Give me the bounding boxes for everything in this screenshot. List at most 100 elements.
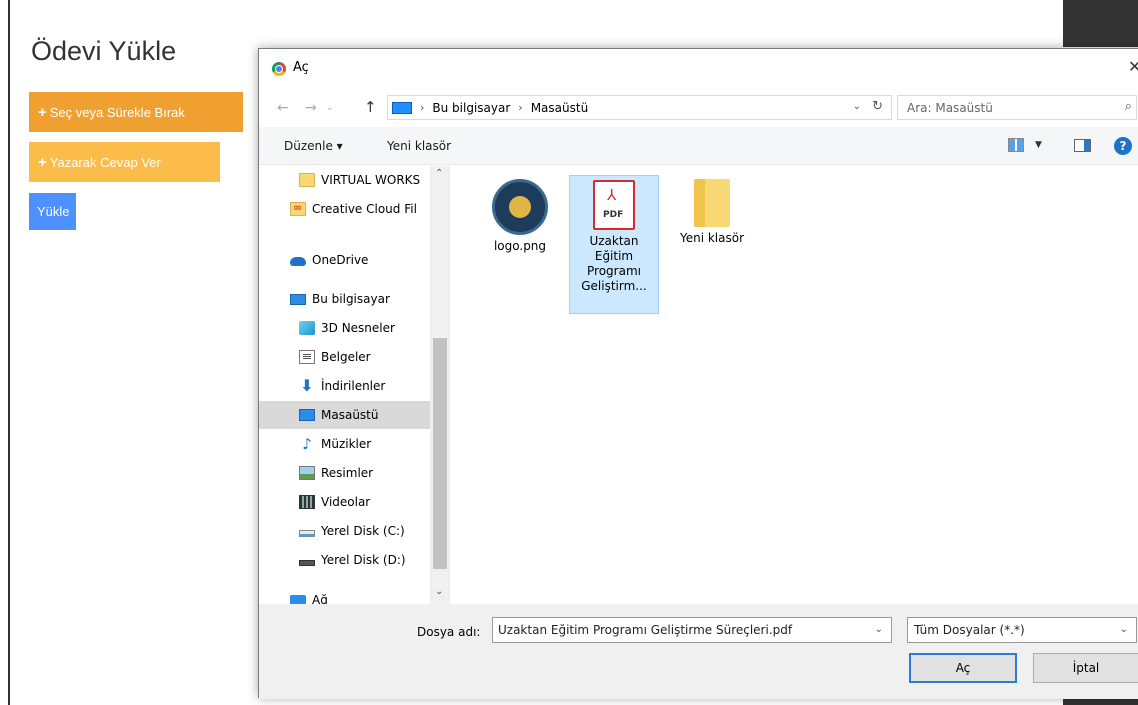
sidebar-item-creative-cloud[interactable]: Creative Cloud Fil bbox=[259, 195, 430, 223]
open-file-dialog: Aç ✕ ← → ⌄ ↑ › Bu bilgisayar › Masaüstü … bbox=[258, 48, 1138, 699]
sidebar-item-virtual-works[interactable]: VIRTUAL WORKS bbox=[259, 166, 430, 194]
sidebar-item-label: Ağ bbox=[312, 593, 328, 604]
chrome-icon bbox=[272, 62, 286, 76]
organize-menu[interactable]: Düzenle ▾ bbox=[284, 139, 343, 153]
filetype-select[interactable]: Tüm Dosyalar (*.*) ⌄ bbox=[907, 617, 1137, 643]
search-icon[interactable]: ⌕ bbox=[1125, 99, 1132, 114]
sidebar-item-label: VIRTUAL WORKS bbox=[321, 173, 421, 187]
onedrive-icon bbox=[290, 257, 306, 266]
background-dark-panel bbox=[1063, 0, 1138, 47]
dialog-title: Aç bbox=[293, 60, 309, 75]
dialog-footer: Dosya adı: Uzaktan Eğitim Programı Geliş… bbox=[259, 604, 1138, 699]
view-dropdown-icon[interactable]: ▼ bbox=[1035, 140, 1042, 150]
type-answer-label: Yazarak Cevap Ver bbox=[49, 154, 161, 170]
address-dropdown-icon[interactable]: ⌄ bbox=[853, 101, 861, 112]
local-disk-d-icon bbox=[299, 560, 315, 566]
sidebar-item-this-pc[interactable]: Bu bilgisayar bbox=[259, 285, 430, 313]
sidebar-item-label: İndirilenler bbox=[321, 379, 386, 393]
page-left-border bbox=[8, 0, 10, 705]
creative-cloud-icon bbox=[290, 201, 306, 216]
breadcrumb-separator: › bbox=[420, 101, 425, 114]
folder-icon bbox=[694, 179, 730, 227]
refresh-icon[interactable]: ↻ bbox=[872, 99, 883, 114]
plus-icon: + bbox=[38, 103, 47, 121]
sidebar-item-label: Videolar bbox=[321, 495, 371, 509]
change-view-icon[interactable] bbox=[1008, 138, 1024, 152]
documents-icon bbox=[299, 350, 315, 364]
sidebar-item-label: Yerel Disk (C:) bbox=[321, 524, 405, 538]
search-input[interactable] bbox=[907, 100, 1107, 115]
sidebar-item-downloads[interactable]: ⬇ İndirilenler bbox=[259, 372, 430, 400]
pictures-icon bbox=[299, 466, 315, 480]
file-name: logo.png bbox=[493, 239, 547, 253]
sidebar-item-label: Creative Cloud Fil bbox=[312, 202, 417, 216]
help-icon[interactable]: ? bbox=[1114, 137, 1132, 155]
folder-icon bbox=[299, 173, 315, 187]
sidebar-item-videos[interactable]: Videolar bbox=[259, 488, 430, 516]
pdf-file-icon: ⅄ PDF bbox=[593, 180, 635, 230]
sidebar-item-desktop[interactable]: Masaüstü bbox=[259, 401, 430, 429]
sidebar-item-music[interactable]: ♪ Müzikler bbox=[259, 430, 430, 458]
file-list: logo.png ⅄ PDF Uzaktan Eğitim Programı G… bbox=[455, 166, 1138, 604]
filename-field[interactable]: Uzaktan Eğitim Programı Geliştirme Süreç… bbox=[492, 617, 892, 643]
new-folder-button[interactable]: Yeni klasör bbox=[387, 139, 451, 153]
select-or-drag-button[interactable]: + Seç veya Sürekle Bırak bbox=[29, 92, 243, 132]
sidebar-item-pictures[interactable]: Resimler bbox=[259, 459, 430, 487]
filename-label: Dosya adı: bbox=[417, 625, 481, 639]
page-title: Ödevi Yükle bbox=[31, 36, 177, 66]
breadcrumb-this-pc[interactable]: Bu bilgisayar bbox=[432, 101, 510, 115]
breadcrumb-desktop[interactable]: Masaüstü bbox=[531, 101, 588, 115]
file-name: Yeni klasör bbox=[679, 231, 745, 245]
back-arrow-icon[interactable]: ← bbox=[277, 100, 289, 116]
search-box[interactable]: ⌕ bbox=[897, 95, 1137, 120]
image-logo-icon bbox=[492, 179, 548, 235]
scroll-up-icon[interactable]: ⌃ bbox=[435, 168, 443, 179]
sidebar-item-label: 3D Nesneler bbox=[321, 321, 395, 335]
navigation-pane: VIRTUAL WORKS Creative Cloud Fil OneDriv… bbox=[259, 166, 450, 604]
3d-objects-icon bbox=[299, 321, 315, 335]
acrobat-icon: ⅄ bbox=[607, 186, 617, 204]
sidebar-item-local-disk-c[interactable]: Yerel Disk (C:) bbox=[259, 517, 430, 545]
scrollbar-thumb[interactable] bbox=[433, 338, 447, 569]
close-icon[interactable]: ✕ bbox=[1128, 57, 1138, 76]
downloads-icon: ⬇ bbox=[300, 376, 314, 395]
sidebar-scrollbar[interactable]: ⌃ ⌄ bbox=[430, 166, 450, 604]
file-name: Uzaktan Eğitim Programı Geliştirm... bbox=[581, 234, 647, 293]
select-or-drag-label: Seç veya Sürekle Bırak bbox=[49, 104, 185, 120]
address-bar[interactable]: › Bu bilgisayar › Masaüstü ⌄ ↻ bbox=[387, 95, 892, 120]
sidebar-item-label: Müzikler bbox=[321, 437, 372, 451]
sidebar-item-network[interactable]: Ağ bbox=[259, 586, 430, 604]
computer-icon bbox=[290, 293, 306, 305]
videos-icon bbox=[299, 495, 315, 509]
recent-locations-chevron-icon[interactable]: ⌄ bbox=[326, 103, 334, 113]
cancel-button[interactable]: İptal bbox=[1033, 653, 1138, 683]
up-arrow-icon[interactable]: ↑ bbox=[364, 98, 377, 116]
sidebar-item-onedrive[interactable]: OneDrive bbox=[259, 246, 430, 274]
filename-value: Uzaktan Eğitim Programı Geliştirme Süreç… bbox=[498, 623, 793, 637]
scroll-down-icon[interactable]: ⌄ bbox=[435, 586, 443, 597]
file-item-pdf[interactable]: ⅄ PDF Uzaktan Eğitim Programı Geliştirm.… bbox=[569, 175, 659, 314]
breadcrumb-separator: › bbox=[518, 101, 523, 114]
preview-pane-icon[interactable] bbox=[1074, 139, 1091, 152]
filetype-value: Tüm Dosyalar (*.*) bbox=[914, 623, 1025, 637]
type-answer-button[interactable]: + Yazarak Cevap Ver bbox=[29, 142, 220, 182]
upload-button[interactable]: Yükle bbox=[29, 193, 76, 230]
sidebar-item-label: OneDrive bbox=[312, 253, 369, 267]
sidebar-item-label: Yerel Disk (D:) bbox=[321, 553, 406, 567]
file-item-logo[interactable]: logo.png bbox=[475, 175, 565, 254]
forward-arrow-icon[interactable]: → bbox=[305, 100, 317, 116]
dialog-titlebar: Aç ✕ bbox=[259, 49, 1138, 89]
sidebar-item-label: Belgeler bbox=[321, 350, 371, 364]
open-button[interactable]: Aç bbox=[909, 653, 1017, 683]
sidebar-item-local-disk-d[interactable]: Yerel Disk (D:) bbox=[259, 546, 430, 574]
computer-icon bbox=[392, 101, 412, 114]
chevron-down-icon[interactable]: ⌄ bbox=[875, 624, 883, 635]
sidebar-item-documents[interactable]: Belgeler bbox=[259, 343, 430, 371]
network-icon bbox=[290, 595, 306, 604]
command-toolbar: Düzenle ▾ Yeni klasör ▼ ? bbox=[259, 127, 1138, 165]
file-item-new-folder[interactable]: Yeni klasör bbox=[667, 175, 757, 246]
sidebar-item-3d-objects[interactable]: 3D Nesneler bbox=[259, 314, 430, 342]
chevron-down-icon[interactable]: ⌄ bbox=[1120, 624, 1128, 635]
pdf-icon-text: PDF bbox=[603, 210, 624, 220]
sidebar-item-label: Bu bilgisayar bbox=[312, 292, 390, 306]
